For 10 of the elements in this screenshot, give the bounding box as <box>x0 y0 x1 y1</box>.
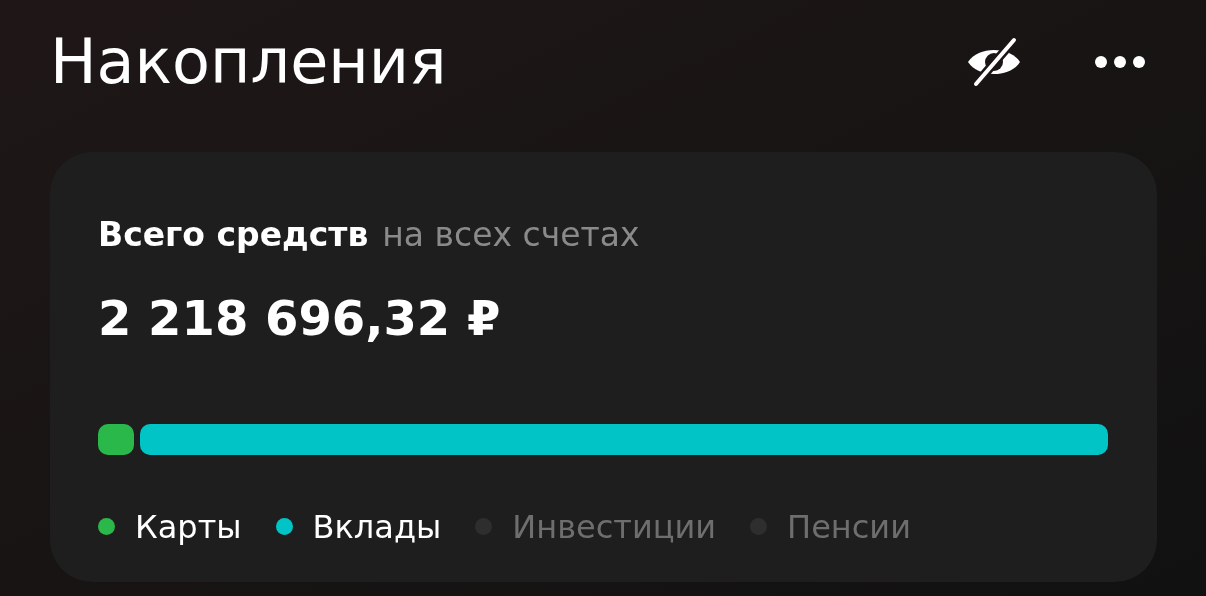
page-title: Накопления <box>50 31 447 93</box>
total-label: Всего средств <box>98 214 369 256</box>
total-amount: 2 218 696,32 ₽ <box>98 288 502 348</box>
legend-label: Вклады <box>312 506 442 548</box>
legend-label: Инвестиции <box>512 506 717 548</box>
more-icon[interactable] <box>1094 55 1146 69</box>
savings-card[interactable]: Всего средств на всех счетах 2 218 696,32 ₽ Карты Вклады Инвестиции Пенсии <box>50 152 1157 582</box>
legend-label: Пенсии <box>787 506 911 548</box>
total-sublabel: на всех счетах <box>382 214 640 256</box>
legend-label: Карты <box>135 506 242 548</box>
